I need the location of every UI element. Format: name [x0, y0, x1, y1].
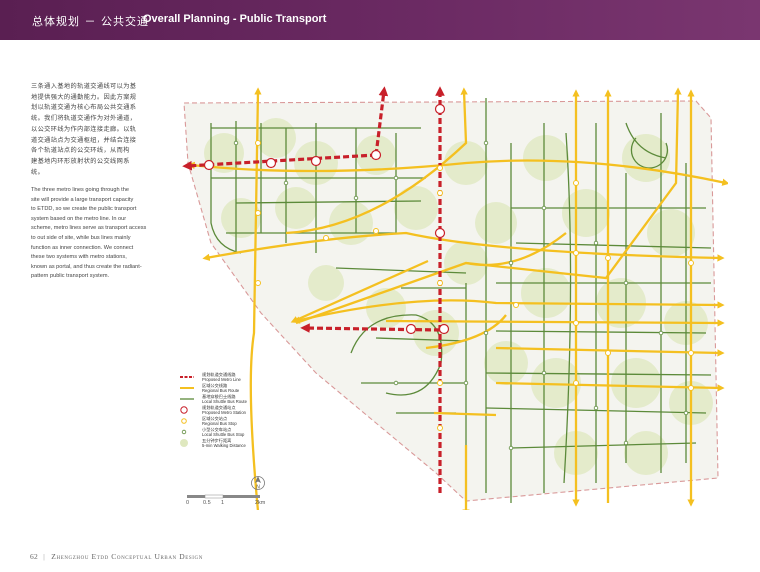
footer-title: Zhengzhou Etdd Conceptual Urban Design — [51, 552, 203, 561]
header-title-en: Overall Planning - Public Transport — [143, 13, 327, 25]
legend-label-en: Regional Bus Stop — [202, 421, 237, 426]
legend-label-en: Regional Bus Route — [202, 388, 240, 393]
legend-label-en: Proposed Metro Station — [202, 410, 246, 415]
scale-label: 0 — [186, 500, 190, 506]
legend-item-local-stop: 小型公交车站点 Local Shuttle Bus Stop — [180, 427, 300, 438]
legend-item-metro-line: 规划轨道交通线路 Proposed Metro Line — [180, 372, 300, 383]
regional-stop-icon — [181, 418, 187, 424]
legend-item-metro-station: 规划轨道交通站点 Proposed Metro Station — [180, 405, 300, 416]
en-line: function as inner connection. We connect — [31, 244, 134, 251]
page-header: 总体规划 － 公共交通 Overall Planning - Public Tr… — [0, 0, 760, 40]
scale-label: 0.5 — [203, 500, 211, 506]
en-line: pattern public transport system. — [31, 273, 110, 280]
legend-item-local-bus: 基地穿梭巴士线路 Local Shuttle Bus Route — [180, 394, 300, 405]
walking-zone-icon — [180, 439, 188, 447]
cn-line: 三条通入基地的轨道交通线可以为基 — [31, 83, 137, 90]
north-arrow-icon: N — [250, 475, 266, 491]
en-line: known as portal, and thus create the rad… — [31, 263, 142, 270]
north-label: N — [256, 485, 260, 491]
page-footer: 62 | Zhengzhou Etdd Conceptual Urban Des… — [30, 552, 203, 561]
metro-station-icon — [180, 406, 188, 414]
regional-bus-icon — [180, 387, 194, 389]
legend-label-en: Local Shuttle Bus Route — [202, 399, 247, 404]
cn-line: 各个轨道站点的公交环线，从而构 — [31, 147, 130, 155]
en-line: The three metro lines going through the — [31, 187, 129, 193]
en-line: to ETDD, so we create the public transpo… — [31, 206, 137, 213]
en-line: these two systems with metro stations, — [31, 254, 127, 261]
legend-item-regional-stop: 区域公交站点 Regional Bus Stop — [180, 416, 300, 427]
cn-line: 统。 — [31, 168, 45, 176]
local-bus-icon — [180, 398, 194, 400]
map-legend: 规划轨道交通线路 Proposed Metro Line 区域公交线路 Regi… — [180, 372, 300, 449]
header-title-cn: 总体规划 － 公共交通 — [32, 15, 149, 28]
footer-separator: | — [43, 552, 46, 561]
metro-line-icon — [180, 376, 194, 378]
legend-item-regional-bus: 区域公交线路 Regional Bus Route — [180, 383, 300, 394]
legend-item-walking: 五分钟步行距离 5-min Walking Distance — [180, 438, 300, 449]
en-line: system based on the metro line. In our — [31, 215, 127, 222]
cn-line: 以公交环线为作内部连接走廊。以轨 — [31, 125, 137, 133]
legend-label-en: Proposed Metro Line — [202, 377, 241, 382]
cn-line: 道交通站点为交通枢纽，并结合连接 — [31, 136, 137, 144]
scale-label: 2km — [255, 500, 266, 506]
legend-label-en: 5-min Walking Distance — [202, 443, 246, 448]
cn-line: 地提供强大的通勤能力。因此方案规 — [31, 93, 137, 101]
en-line: site will provide a large transport capa… — [31, 196, 134, 203]
cn-line: 统。我们将轨道交通作为对外通道， — [31, 115, 137, 123]
cn-line: 划以轨道交通为核心布局公共交通系 — [31, 104, 137, 112]
local-stop-icon — [181, 429, 187, 435]
cn-line: 建基地内环形放射状的公交线网系 — [31, 157, 130, 165]
legend-label-en: Local Shuttle Bus Stop — [202, 432, 245, 437]
scale-label: 1 — [221, 500, 225, 506]
en-line: scheme, metro lines serve as transport a… — [31, 225, 147, 232]
en-line: to out side of site, while bus lines mai… — [31, 234, 131, 241]
description-cn: 三条通入基地的轨道交通线可以为基 地提供强大的通勤能力。因此方案规 划以轨道交通… — [31, 82, 147, 178]
description-en: The three metro lines going through the … — [31, 186, 147, 282]
page-number: 62 — [30, 552, 39, 561]
